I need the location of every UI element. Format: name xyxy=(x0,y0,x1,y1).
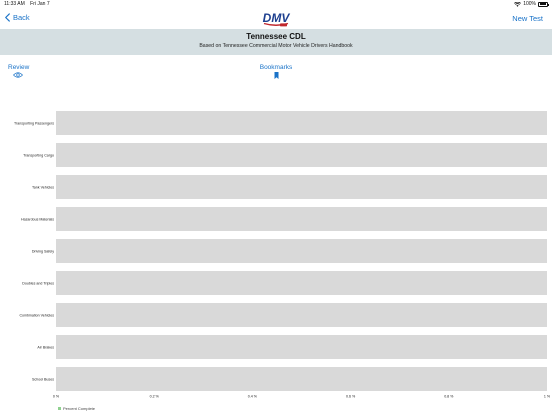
bar-track xyxy=(56,143,547,167)
bar-track xyxy=(56,239,547,263)
bar-track xyxy=(56,367,547,391)
x-tick-label: 0.4 % xyxy=(248,395,258,399)
x-tick-label: 0.2 % xyxy=(150,395,160,399)
dmv-logo: DMV xyxy=(263,11,291,27)
dmv-logo-text: DMV xyxy=(263,11,291,25)
bookmarks-label: Bookmarks xyxy=(259,64,293,71)
x-tick-label: 0.8 % xyxy=(444,395,454,399)
back-button[interactable]: Back xyxy=(4,13,30,22)
progress-chart: Transporting Passengers Transporting Carg… xyxy=(0,100,552,414)
bar-track xyxy=(56,111,547,135)
x-tick-label: 0.6 % xyxy=(346,395,356,399)
y-tick-label: Air Brakes xyxy=(37,345,54,349)
y-tick-label: School Buses xyxy=(32,377,54,381)
back-label: Back xyxy=(13,13,30,22)
wifi-icon xyxy=(514,1,522,7)
bar-track xyxy=(56,303,547,327)
chevron-left-icon xyxy=(5,13,10,22)
x-tick-label: 1 % xyxy=(544,395,551,399)
review-button[interactable]: Review xyxy=(8,64,30,78)
y-tick-label: Tank Vehicles xyxy=(32,185,54,189)
bar-track xyxy=(56,175,547,199)
bar-track xyxy=(56,271,547,295)
y-tick-label: Hazardous Materials xyxy=(21,217,54,221)
legend-swatch xyxy=(58,407,61,410)
chart-legend: Percent Complete xyxy=(58,406,95,411)
battery-icon xyxy=(538,1,549,7)
new-test-button[interactable]: New Test xyxy=(512,14,543,23)
status-left: 11:33 AM Fri Jan 7 xyxy=(4,1,54,7)
y-tick-label: Transporting Cargo xyxy=(23,153,54,157)
header-band: Tennessee CDL Based on Tennessee Commerc… xyxy=(0,29,552,55)
nav-bar: Back DMV New Test xyxy=(0,9,552,29)
bookmarks-button[interactable]: Bookmarks xyxy=(255,64,297,79)
bar-track xyxy=(56,335,547,359)
legend-label: Percent Complete xyxy=(63,406,96,411)
y-tick-label: Combination Vehicles xyxy=(19,313,54,317)
status-right: 100% xyxy=(514,1,549,7)
bookmark-icon xyxy=(274,72,278,79)
progress-chart-svg: Transporting Passengers Transporting Carg… xyxy=(14,111,551,399)
y-tick-label: Transporting Passengers xyxy=(14,121,54,125)
x-tick-label: 0 % xyxy=(53,395,60,399)
review-label: Review xyxy=(8,64,30,71)
y-tick-label: Driving Safely xyxy=(32,249,54,253)
bar-track xyxy=(56,207,547,231)
y-tick-label: Doubles and Triples xyxy=(22,281,54,285)
page-subtitle: Based on Tennessee Commercial Motor Vehi… xyxy=(199,43,353,49)
status-time: 11:33 AM xyxy=(4,1,25,7)
eye-icon xyxy=(13,72,23,78)
page-title: Tennessee CDL xyxy=(246,32,306,41)
status-date: Fri Jan 7 xyxy=(30,1,50,7)
battery-percent: 100% xyxy=(523,1,536,7)
